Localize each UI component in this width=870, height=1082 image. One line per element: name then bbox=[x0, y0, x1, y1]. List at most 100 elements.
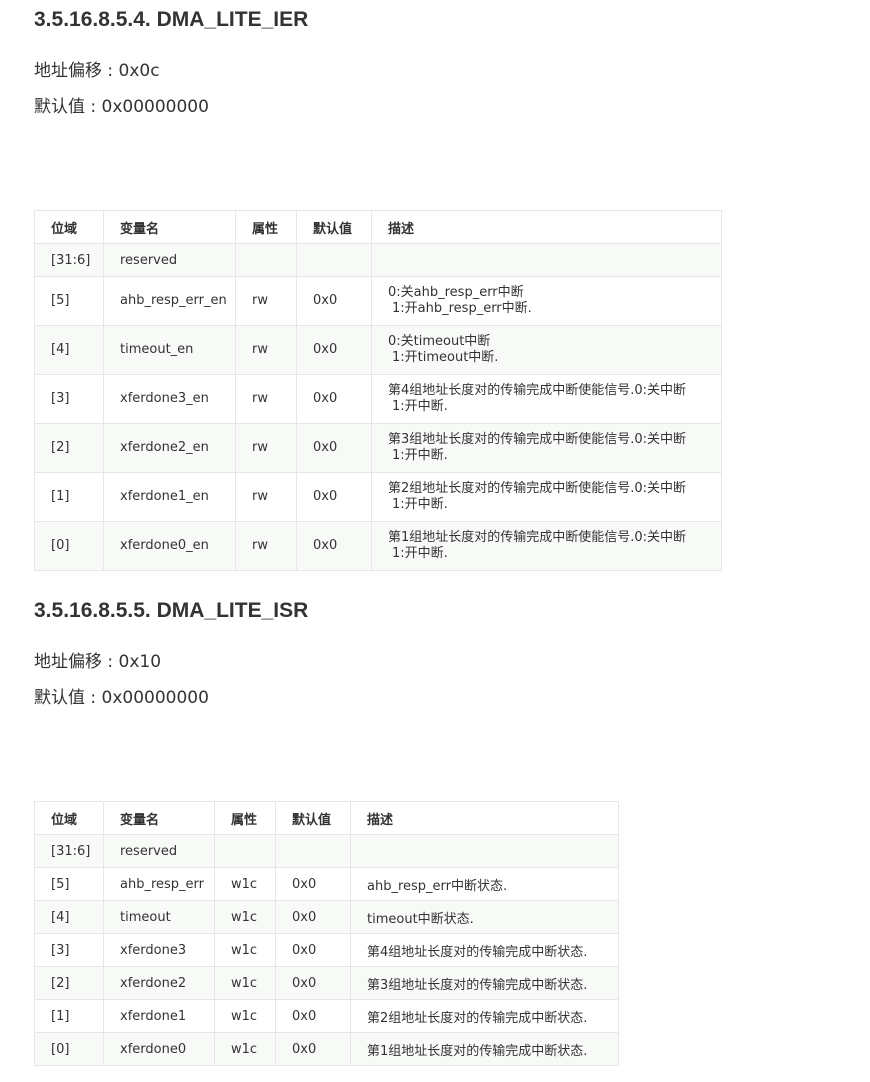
cell-default: 0x0 bbox=[275, 1032, 351, 1066]
table-row: [5] ahb_resp_err w1c 0x0 ahb_resp_err中断状… bbox=[34, 867, 619, 901]
header-default: 默认值 bbox=[296, 210, 372, 244]
header-desc: 描述 bbox=[350, 801, 619, 835]
header-name: 变量名 bbox=[103, 210, 236, 244]
cell-default: 0x0 bbox=[296, 423, 372, 473]
desc-line: 第4组地址长度对的传输完成中断使能信号.0:关中断 bbox=[388, 383, 687, 398]
cell-default: 0x0 bbox=[296, 521, 372, 571]
cell-desc bbox=[350, 834, 619, 868]
table-header-row: 位域 变量名 属性 默认值 描述 bbox=[34, 801, 619, 835]
cell-name: xferdone3_en bbox=[103, 374, 236, 424]
cell-default bbox=[296, 243, 372, 277]
cell-default: 0x0 bbox=[296, 276, 372, 326]
cell-name: xferdone0 bbox=[103, 1032, 215, 1066]
cell-default: 0x0 bbox=[296, 374, 372, 424]
cell-name: reserved bbox=[103, 243, 236, 277]
cell-name: timeout_en bbox=[103, 325, 236, 375]
desc-line: 1:开中断. bbox=[392, 546, 448, 561]
table-row: [3] xferdone3 w1c 0x0 第4组地址长度对的传输完成中断状态. bbox=[34, 933, 619, 967]
register-table-ier: 位域 变量名 属性 默认值 描述 [31:6] reserved [5] ahb… bbox=[34, 210, 722, 571]
header-bits: 位域 bbox=[34, 210, 104, 244]
default-value: 默认值 : 0x00000000 bbox=[34, 97, 209, 117]
cell-attr: rw bbox=[235, 472, 297, 522]
cell-default bbox=[275, 834, 351, 868]
cell-attr: rw bbox=[235, 276, 297, 326]
header-attr: 属性 bbox=[235, 210, 297, 244]
address-offset: 地址偏移 : 0x0c bbox=[34, 61, 160, 81]
default-value: 默认值 : 0x00000000 bbox=[34, 688, 209, 708]
cell-attr: w1c bbox=[214, 1032, 276, 1066]
cell-bits: [31:6] bbox=[34, 243, 104, 277]
table-row: [1] xferdone1 w1c 0x0 第2组地址长度对的传输完成中断状态. bbox=[34, 999, 619, 1033]
cell-desc: 0:关timeout中断 1:开timeout中断. bbox=[371, 325, 722, 375]
desc-line: 1:开中断. bbox=[392, 448, 448, 463]
cell-default: 0x0 bbox=[275, 999, 351, 1033]
cell-desc: 第4组地址长度对的传输完成中断状态. bbox=[350, 933, 619, 967]
cell-bits: [5] bbox=[34, 867, 104, 901]
cell-name: xferdone0_en bbox=[103, 521, 236, 571]
cell-attr: w1c bbox=[214, 867, 276, 901]
desc-line: 1:开timeout中断. bbox=[392, 350, 499, 365]
header-desc: 描述 bbox=[371, 210, 722, 244]
address-offset: 地址偏移 : 0x10 bbox=[34, 652, 162, 672]
cell-name: xferdone1 bbox=[103, 999, 215, 1033]
cell-bits: [0] bbox=[34, 521, 104, 571]
cell-name: reserved bbox=[103, 834, 215, 868]
desc-line: 0:关ahb_resp_err中断 bbox=[388, 285, 524, 300]
cell-name: timeout bbox=[103, 900, 215, 934]
cell-desc: 第3组地址长度对的传输完成中断状态. bbox=[350, 966, 619, 1000]
cell-default: 0x0 bbox=[275, 900, 351, 934]
cell-bits: [2] bbox=[34, 966, 104, 1000]
cell-desc: 第2组地址长度对的传输完成中断状态. bbox=[350, 999, 619, 1033]
header-name: 变量名 bbox=[103, 801, 215, 835]
section-dma-lite-ier: 3.5.16.8.5.4. DMA_LITE_IER 地址偏移 : 0x0c 默… bbox=[34, 0, 308, 125]
cell-name: xferdone2_en bbox=[103, 423, 236, 473]
cell-bits: [4] bbox=[34, 325, 104, 375]
table-row: [2] xferdone2_en rw 0x0 第3组地址长度对的传输完成中断使… bbox=[34, 423, 722, 473]
cell-desc: ahb_resp_err中断状态. bbox=[350, 867, 619, 901]
cell-default: 0x0 bbox=[275, 867, 351, 901]
cell-name: xferdone2 bbox=[103, 966, 215, 1000]
header-attr: 属性 bbox=[214, 801, 276, 835]
cell-bits: [3] bbox=[34, 374, 104, 424]
desc-line: 1:开中断. bbox=[392, 399, 448, 414]
cell-desc: timeout中断状态. bbox=[350, 900, 619, 934]
cell-bits: [1] bbox=[34, 472, 104, 522]
table-row: [0] xferdone0 w1c 0x0 第1组地址长度对的传输完成中断状态. bbox=[34, 1032, 619, 1066]
cell-attr: rw bbox=[235, 521, 297, 571]
table-header-row: 位域 变量名 属性 默认值 描述 bbox=[34, 210, 722, 244]
header-bits: 位域 bbox=[34, 801, 104, 835]
cell-bits: [0] bbox=[34, 1032, 104, 1066]
register-table-isr: 位域 变量名 属性 默认值 描述 [31:6] reserved [5] ahb… bbox=[34, 801, 619, 1066]
cell-attr: w1c bbox=[214, 933, 276, 967]
table-row: [0] xferdone0_en rw 0x0 第1组地址长度对的传输完成中断使… bbox=[34, 521, 722, 571]
section-title: 3.5.16.8.5.4. DMA_LITE_IER bbox=[34, 8, 309, 31]
cell-bits: [2] bbox=[34, 423, 104, 473]
cell-attr bbox=[235, 243, 297, 277]
cell-name: xferdone1_en bbox=[103, 472, 236, 522]
cell-desc: 第1组地址长度对的传输完成中断状态. bbox=[350, 1032, 619, 1066]
cell-attr: rw bbox=[235, 374, 297, 424]
table-row: [2] xferdone2 w1c 0x0 第3组地址长度对的传输完成中断状态. bbox=[34, 966, 619, 1000]
table-row: [31:6] reserved bbox=[34, 834, 619, 868]
table-row: [3] xferdone3_en rw 0x0 第4组地址长度对的传输完成中断使… bbox=[34, 374, 722, 424]
cell-desc: 第2组地址长度对的传输完成中断使能信号.0:关中断 1:开中断. bbox=[371, 472, 722, 522]
cell-bits: [3] bbox=[34, 933, 104, 967]
cell-desc bbox=[371, 243, 722, 277]
cell-attr: w1c bbox=[214, 999, 276, 1033]
section-dma-lite-isr: 3.5.16.8.5.5. DMA_LITE_ISR 地址偏移 : 0x10 默… bbox=[34, 591, 308, 716]
cell-attr: rw bbox=[235, 325, 297, 375]
table-row: [4] timeout_en rw 0x0 0:关timeout中断 1:开tim… bbox=[34, 325, 722, 375]
desc-line: 1:开中断. bbox=[392, 497, 448, 512]
cell-default: 0x0 bbox=[296, 325, 372, 375]
cell-desc: 第1组地址长度对的传输完成中断使能信号.0:关中断 1:开中断. bbox=[371, 521, 722, 571]
cell-attr bbox=[214, 834, 276, 868]
desc-line: 第2组地址长度对的传输完成中断使能信号.0:关中断 bbox=[388, 481, 687, 496]
cell-default: 0x0 bbox=[275, 933, 351, 967]
cell-default: 0x0 bbox=[296, 472, 372, 522]
header-default: 默认值 bbox=[275, 801, 351, 835]
desc-line: 1:开ahb_resp_err中断. bbox=[392, 301, 532, 316]
desc-line: 第3组地址长度对的传输完成中断使能信号.0:关中断 bbox=[388, 432, 687, 447]
table-row: [4] timeout w1c 0x0 timeout中断状态. bbox=[34, 900, 619, 934]
cell-bits: [5] bbox=[34, 276, 104, 326]
cell-default: 0x0 bbox=[275, 966, 351, 1000]
